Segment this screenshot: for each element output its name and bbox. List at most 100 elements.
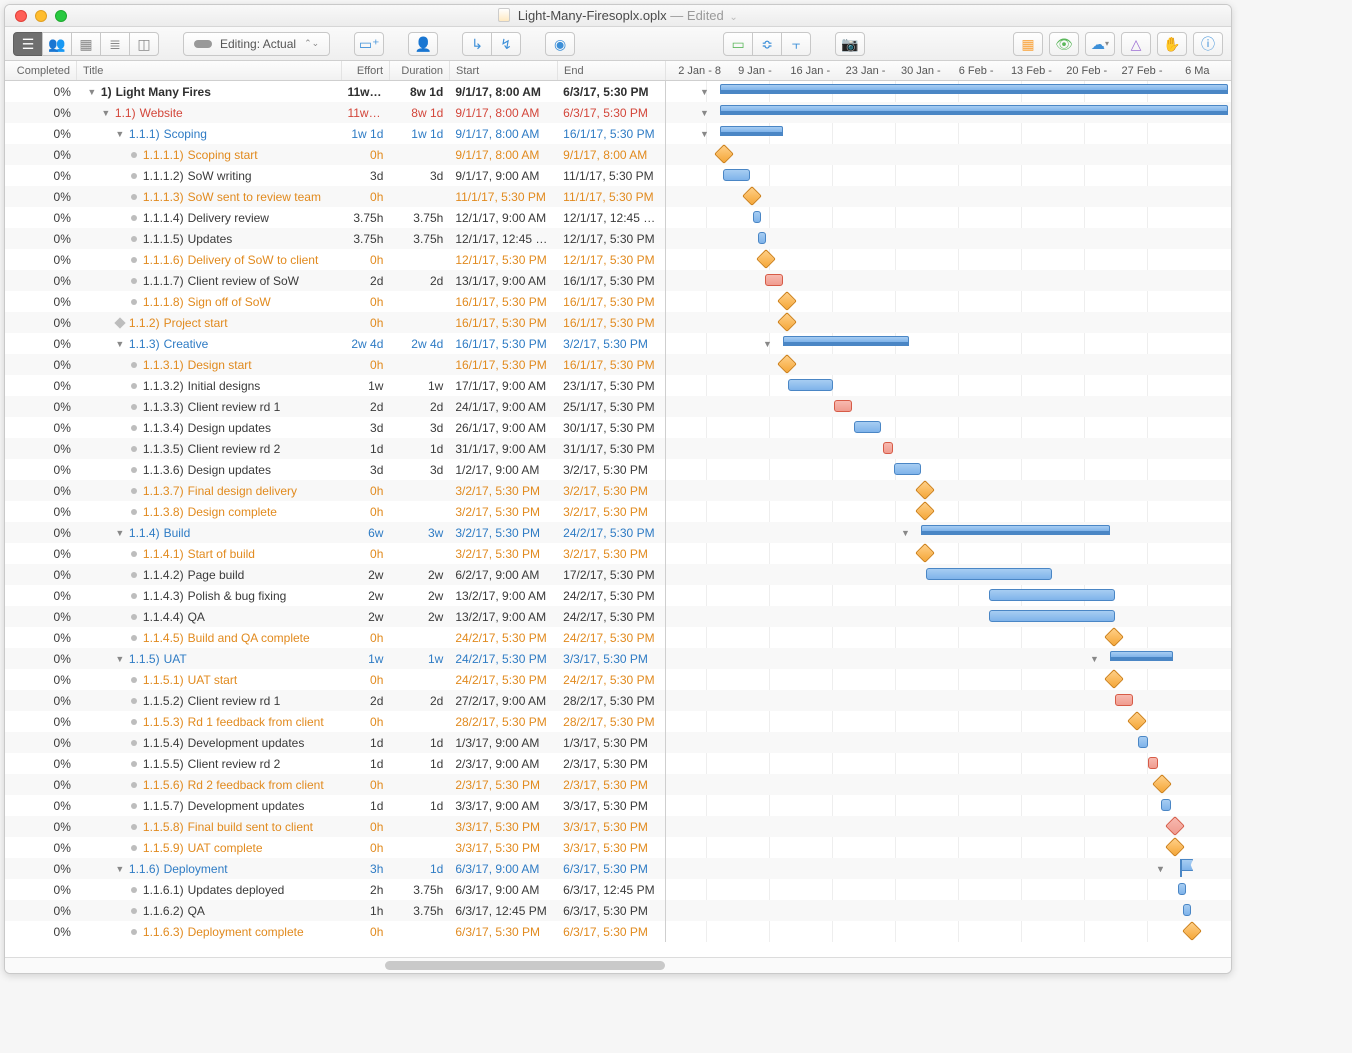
gantt-milestone[interactable] [777,354,797,374]
col-end[interactable]: End [558,61,666,80]
gantt-row[interactable] [666,795,1231,816]
gantt-disclosure[interactable]: ▼ [1156,864,1165,874]
gantt-milestone[interactable] [1182,921,1202,941]
gantt-summary-bar[interactable] [1110,651,1173,661]
outline-row[interactable]: 0%▼1.1.1) Scoping1w 1d1w 1d9/1/17, 8:00 … [5,123,665,144]
gantt-row[interactable]: ▼ [666,333,1231,354]
gantt-row[interactable] [666,606,1231,627]
gantt-row[interactable]: ▼ [666,522,1231,543]
gantt-task-bar[interactable] [834,400,852,412]
outline-row[interactable]: 0%1.1.3.4) Design updates3d3d26/1/17, 9:… [5,417,665,438]
gantt-row[interactable] [666,690,1231,711]
gantt-row[interactable] [666,501,1231,522]
col-title[interactable]: Title [77,61,342,80]
outline-row[interactable]: 0%1.1.5.4) Development updates1d1d1/3/17… [5,732,665,753]
gantt-row[interactable]: ▼ [666,81,1231,102]
eye-button[interactable]: 👁 [1049,32,1079,56]
outline-row[interactable]: 0%1.1.4.5) Build and QA complete0h24/2/1… [5,627,665,648]
gantt-row[interactable] [666,837,1231,858]
cloud-button[interactable]: ☁▾ [1085,32,1115,56]
outline-row[interactable]: 0%1.1.3.2) Initial designs1w1w17/1/17, 9… [5,375,665,396]
gantt-row[interactable] [666,291,1231,312]
gantt-row[interactable] [666,375,1231,396]
gantt-milestone[interactable] [1165,816,1185,836]
gantt-disclosure[interactable]: ▼ [700,129,709,139]
outline-row[interactable]: 0%1.1.4.1) Start of build0h3/2/17, 5:30 … [5,543,665,564]
gantt-row[interactable] [666,732,1231,753]
gantt-milestone[interactable] [915,501,935,521]
disclosure-triangle[interactable]: ▼ [115,129,125,139]
outline-row[interactable]: 0%▼1.1) Website11w 3h8w 1d9/1/17, 8:00 A… [5,102,665,123]
disclosure-triangle[interactable]: ▼ [115,339,125,349]
gantt-row[interactable] [666,165,1231,186]
gantt-milestone[interactable] [714,144,734,164]
gantt-task-bar[interactable] [926,568,1052,580]
outline-row[interactable]: 0%1.1.1.4) Delivery review3.75h3.75h12/1… [5,207,665,228]
gantt-task-bar[interactable] [1138,736,1148,748]
outline-row[interactable]: 0%▼1.1.5) UAT1w1w24/2/17, 5:30 PM3/3/17,… [5,648,665,669]
gantt-summary-bar[interactable] [720,105,1228,115]
gantt-task-bar[interactable] [765,274,783,286]
gantt-task-bar[interactable] [1161,799,1171,811]
gantt-task-bar[interactable] [1148,757,1158,769]
outline-row[interactable]: 0%1.1.1.6) Delivery of SoW to client0h12… [5,249,665,270]
outline-row[interactable]: 0%1.1.3.3) Client review rd 12d2d24/1/17… [5,396,665,417]
gantt-row[interactable] [666,228,1231,249]
gantt-milestone[interactable] [1152,774,1172,794]
disclosure-triangle[interactable]: ▼ [115,654,125,664]
horizontal-scrollbar[interactable] [5,957,1231,973]
gantt-row[interactable]: ▼ [666,102,1231,123]
outline-row[interactable]: 0%1.1.5.5) Client review rd 21d1d2/3/17,… [5,753,665,774]
editing-mode-dropdown[interactable]: Editing: Actual ⌃⌄ [183,32,330,56]
gantt-row[interactable] [666,396,1231,417]
disclosure-triangle[interactable]: ▼ [115,864,125,874]
gantt-summary-bar[interactable] [720,84,1228,94]
add-task-button[interactable]: ▭⁺ [354,32,384,56]
gantt-row[interactable] [666,900,1231,921]
col-effort[interactable]: Effort [342,61,390,80]
outline-row[interactable]: 0%1.1.3.6) Design updates3d3d1/2/17, 9:0… [5,459,665,480]
outline-row[interactable]: 0%1.1.1.5) Updates3.75h3.75h12/1/17, 12:… [5,228,665,249]
unlink-button[interactable]: ↯ [491,32,521,56]
body-scroller[interactable]: 0%▼1) Light Many Fires11w 3h8w 1d9/1/17,… [5,81,1231,957]
gantt-disclosure[interactable]: ▼ [901,528,910,538]
zoom-button[interactable] [55,10,67,22]
gantt-task-bar[interactable] [989,610,1115,622]
gantt-task-bar[interactable] [723,169,750,181]
outline-row[interactable]: 0%1.1.1.2) SoW writing3d3d9/1/17, 9:00 A… [5,165,665,186]
outline-row[interactable]: 0%1.1.6.1) Updates deployed2h3.75h6/3/17… [5,879,665,900]
outline-row[interactable]: 0%▼1.1.3) Creative2w 4d2w 4d16/1/17, 5:3… [5,333,665,354]
view-dashboard-button[interactable]: ◫ [129,32,159,56]
chevron-down-icon[interactable]: ⌄ [729,12,737,23]
gantt-row[interactable] [666,753,1231,774]
gantt-disclosure[interactable]: ▼ [700,108,709,118]
gantt-row[interactable] [666,186,1231,207]
outline-row[interactable]: 0%1.1.5.6) Rd 2 feedback from client0h2/… [5,774,665,795]
gantt-row[interactable]: ▼ [666,123,1231,144]
scrollbar-thumb[interactable] [385,961,665,970]
outline-row[interactable]: 0%1.1.5.9) UAT complete0h3/3/17, 5:30 PM… [5,837,665,858]
outline-row[interactable]: 0%1.1.3.8) Design complete0h3/2/17, 5:30… [5,501,665,522]
gantt-row[interactable] [666,564,1231,585]
outline-row[interactable]: 0%1.1.3.1) Design start0h16/1/17, 5:30 P… [5,354,665,375]
gantt-milestone[interactable] [1165,837,1185,857]
outline-row[interactable]: 0%1.1.5.7) Development updates1d1d3/3/17… [5,795,665,816]
gantt-row[interactable] [666,312,1231,333]
gantt-milestone[interactable] [777,312,797,332]
gantt-milestone[interactable] [756,249,776,269]
view-resources-button[interactable]: 👥 [42,32,72,56]
outline-row[interactable]: 0%▼1.1.4) Build6w3w3/2/17, 5:30 PM24/2/1… [5,522,665,543]
view-timeline-button[interactable]: ≣ [100,32,130,56]
inspector-button[interactable]: ⓘ [1193,32,1223,56]
view-gantt-button[interactable]: ☰ [13,32,43,56]
baseline-2-button[interactable]: ≎ [752,32,782,56]
outline-row[interactable]: 0%1.1.5.2) Client review rd 12d2d27/2/17… [5,690,665,711]
gantt-row[interactable]: ▼ [666,648,1231,669]
gantt-row[interactable] [666,480,1231,501]
gantt-milestone[interactable] [1104,669,1124,689]
baseline-1-button[interactable]: ▭ [723,32,753,56]
gantt-row[interactable] [666,249,1231,270]
gantt-row[interactable] [666,270,1231,291]
gantt-summary-bar[interactable] [720,126,783,136]
gantt-row[interactable] [666,585,1231,606]
